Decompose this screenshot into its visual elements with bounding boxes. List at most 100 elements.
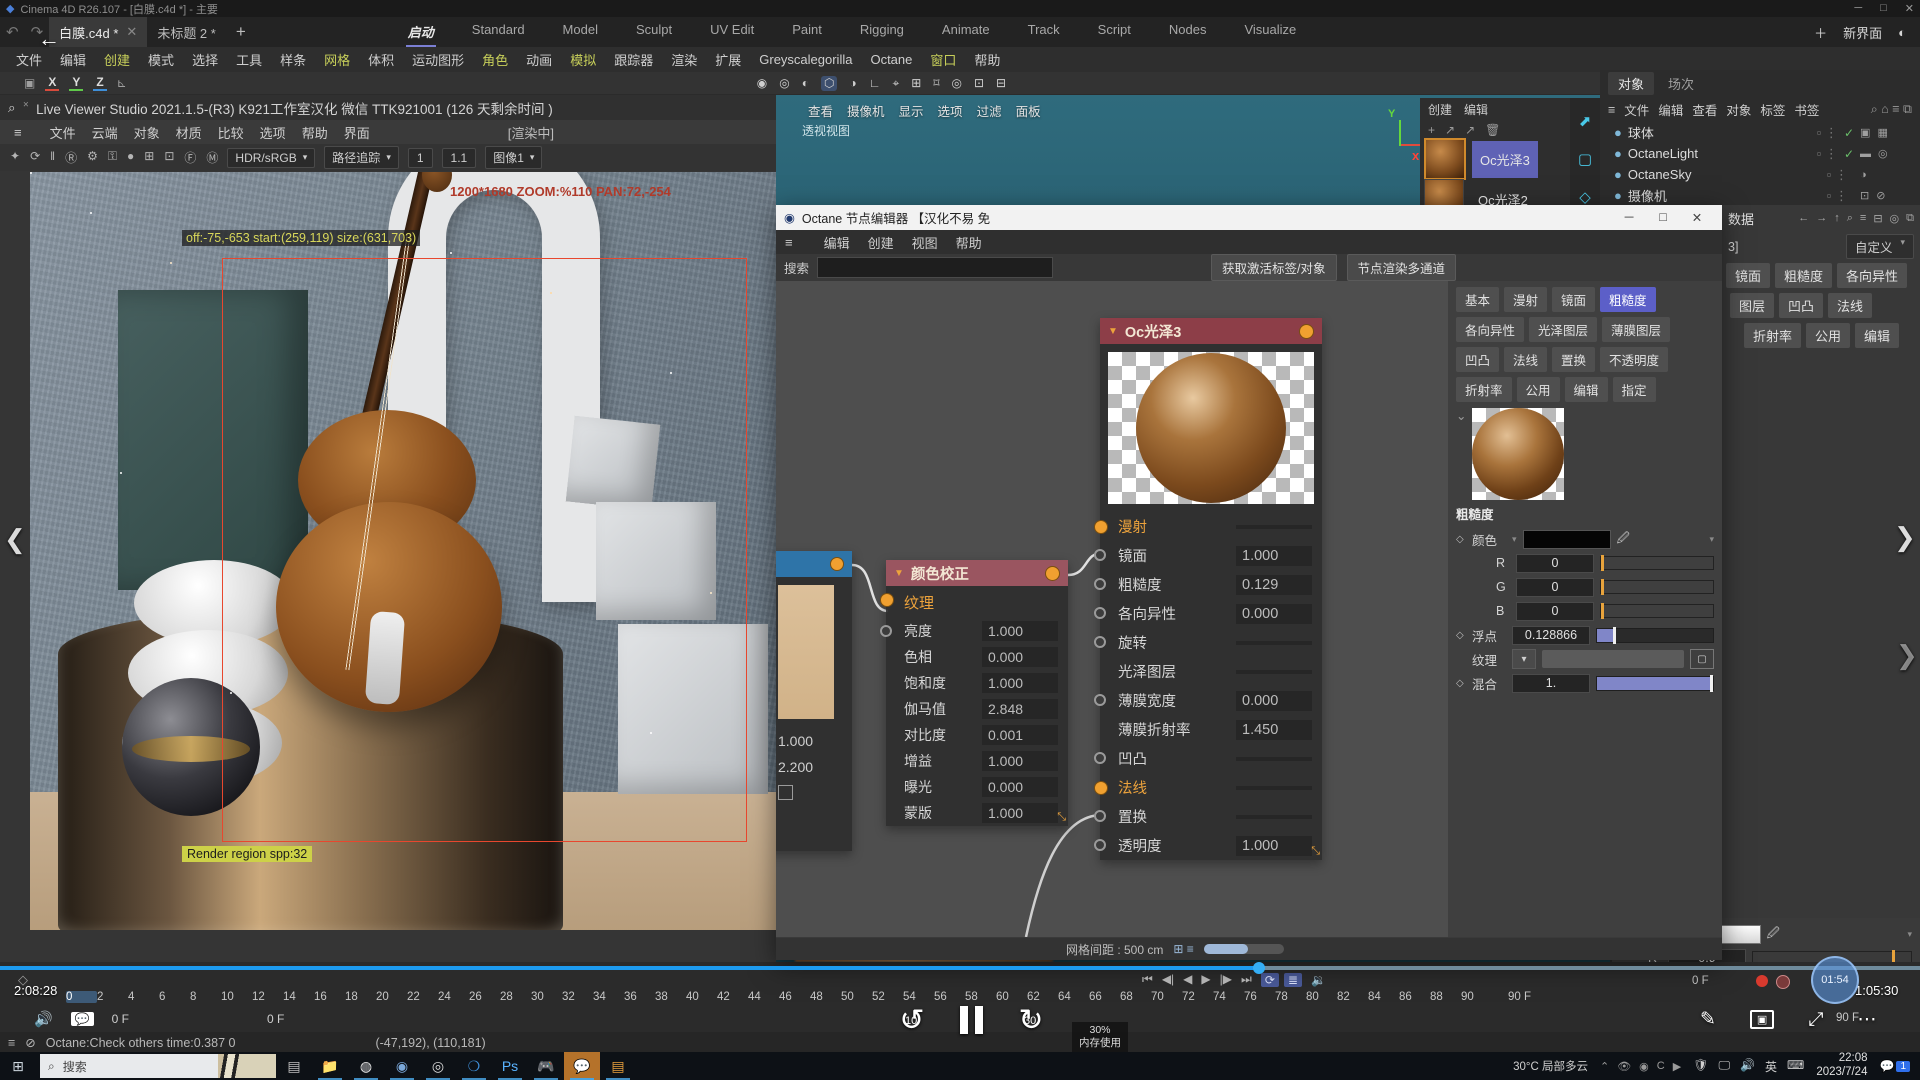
toolbar-icon[interactable]: ⌑ <box>933 76 939 91</box>
folder-icon[interactable]: ▢ <box>1690 649 1714 669</box>
viewport-menu-item[interactable]: 过滤 <box>977 101 1002 120</box>
object-item[interactable]: ● OctaneLight ▫ ⋮ ✓ ▬ ◎ <box>1600 143 1920 164</box>
panel-icon[interactable]: ≡ <box>1860 212 1866 225</box>
channel-value-field[interactable]: 0 <box>1516 578 1594 597</box>
ne-menu-item[interactable]: 帮助 <box>947 231 991 254</box>
param-value[interactable]: 0.000 <box>1236 604 1312 624</box>
attr-tab[interactable]: 各向异性 <box>1456 317 1524 342</box>
maximize-button[interactable]: □ <box>1880 2 1887 15</box>
notification-icon[interactable]: 💬1 <box>1879 1059 1910 1073</box>
tag-icons[interactable]: ▣ ▦ <box>1860 126 1920 139</box>
glossy-param-row[interactable]: 各向异性 0.000 <box>1100 599 1322 628</box>
param-value[interactable] <box>1236 641 1312 645</box>
pause-button[interactable] <box>960 1006 983 1034</box>
viewport-menu-item[interactable]: 显示 <box>899 101 924 120</box>
param-value[interactable]: 1.000 <box>982 673 1058 693</box>
task-view-icon[interactable]: ▤ <box>276 1052 312 1080</box>
object-item[interactable]: ● 球体 ▫ ⋮ ✓ ▣ ▦ <box>1600 122 1920 143</box>
glossy-param-row[interactable]: 透明度 1.000 <box>1100 831 1322 860</box>
ne-action-button[interactable]: 获取激活标签/对象 <box>1211 254 1336 281</box>
data-tab[interactable]: 各向异性 <box>1837 263 1907 288</box>
param-value[interactable]: 1.450 <box>1236 720 1312 740</box>
canvas-zoom-slider[interactable] <box>1204 944 1284 954</box>
autokey-button[interactable] <box>1776 975 1790 989</box>
channel-value-field[interactable]: 0 <box>1516 554 1594 573</box>
viewport-menu-item[interactable]: 查看 <box>808 101 833 120</box>
attr-tab[interactable]: 置换 <box>1552 347 1595 372</box>
ne-maximize-button[interactable]: □ <box>1646 210 1680 225</box>
transport-button[interactable]: |▶ <box>1220 972 1232 987</box>
transport-toggle-button[interactable]: ≣ <box>1284 973 1302 987</box>
ne-menu-item[interactable]: 编辑 <box>815 231 859 254</box>
layout-tab[interactable]: Animate <box>940 18 992 47</box>
forward-30-button[interactable]: ↻30 <box>1011 1000 1051 1040</box>
glossy-node-header[interactable]: ▼ Oc光泽3 <box>1100 318 1322 344</box>
attr-tab[interactable]: 薄膜图层 <box>1602 317 1670 342</box>
data-tab[interactable]: 粗糙度 <box>1775 263 1832 288</box>
video-progress-line[interactable] <box>0 966 1920 970</box>
lv-menu-item[interactable]: 选项 <box>252 121 294 144</box>
doc-tab-active[interactable]: 白膜.c4d * ✕ <box>49 17 147 47</box>
glossy-node[interactable]: ▼ Oc光泽3 漫射 镜面 <box>1100 318 1322 860</box>
data-tab[interactable]: 公用 <box>1806 323 1850 348</box>
param-value[interactable]: 0.001 <box>982 725 1058 745</box>
ne-action-button[interactable]: 节点渲染多通道 <box>1347 254 1457 281</box>
render-region-rect[interactable] <box>222 258 747 842</box>
panel-expand-chevron[interactable]: ❯ <box>1894 522 1916 553</box>
layout-tab[interactable]: UV Edit <box>708 18 756 47</box>
param-port[interactable] <box>1094 549 1106 561</box>
attr-tab[interactable]: 粗糙度 <box>1600 287 1656 312</box>
cc-param-row[interactable]: 亮度 1.000 <box>886 618 1068 644</box>
glossy-param-row[interactable]: 粗糙度 0.129 <box>1100 570 1322 599</box>
material-tool-icon[interactable]: + <box>1428 123 1435 137</box>
ne-close-button[interactable]: ✕ <box>1680 210 1714 225</box>
menu-item[interactable]: 跟踪器 <box>606 47 661 72</box>
viewport-menu-item[interactable]: 选项 <box>938 101 963 120</box>
layout-tab[interactable]: Paint <box>790 18 824 47</box>
collapse-triangle-icon[interactable]: ▼ <box>894 568 904 579</box>
render-view[interactable]: 1200*1680 ZOOM:%110 PAN:72,-254 off:-75,… <box>30 172 776 930</box>
texture-value-1[interactable]: 1.000 <box>778 733 852 749</box>
tray-icon[interactable]: ⌃ <box>1600 1060 1609 1073</box>
lv-menu-item[interactable]: 云端 <box>84 121 126 144</box>
toolbar-icon[interactable]: ⬡ <box>821 76 837 91</box>
channel-gradient-slider[interactable] <box>1600 604 1714 618</box>
object-item[interactable]: ● OctaneSky ▫ ⋮ ◑ <box>1600 164 1920 185</box>
pencil-icon[interactable]: ✎ <box>1700 1008 1716 1031</box>
param-port[interactable] <box>1094 810 1106 822</box>
side-tool-icon[interactable]: ⬈ <box>1579 112 1592 130</box>
menu-item[interactable]: 帮助 <box>966 47 1008 72</box>
frame-field[interactable]: 0 F <box>267 1012 284 1026</box>
texture-node-header[interactable] <box>776 551 852 577</box>
material-thumbnail[interactable] <box>1424 138 1466 180</box>
taskbar-app-icon[interactable]: 🎮 <box>528 1052 564 1080</box>
theme-toggle-icon[interactable]: ◐ <box>1898 25 1906 40</box>
transport-button[interactable]: ⏭ <box>1241 972 1252 987</box>
texture-checkbox[interactable] <box>778 785 793 800</box>
box-icon[interactable]: ▣ <box>24 76 35 90</box>
attr-tab[interactable]: 光泽图层 <box>1529 317 1597 342</box>
video-prev-arrow[interactable]: ❮ <box>4 524 26 555</box>
menu-item[interactable]: 网格 <box>316 47 358 72</box>
tray-icon[interactable]: 🔊 <box>1740 1058 1755 1075</box>
lv-tool-icon[interactable]: ⚙ <box>87 149 98 166</box>
viewport-menu-item[interactable]: 面板 <box>1016 101 1041 120</box>
lv-tool-icon[interactable]: Ⓜ <box>206 149 218 166</box>
taskbar-search[interactable]: ⌕ 搜索 <box>40 1054 276 1078</box>
menu-item[interactable]: 扩展 <box>707 47 749 72</box>
minimize-button[interactable]: ─ <box>1854 2 1862 15</box>
taskbar-app-icon[interactable]: ❍ <box>456 1052 492 1080</box>
glossy-param-row[interactable]: 薄膜折射率 1.450 <box>1100 715 1322 744</box>
glossy-param-row[interactable]: 镜面 1.000 <box>1100 541 1322 570</box>
menu-item[interactable]: 窗口 <box>922 47 964 72</box>
data-tab[interactable]: 法线 <box>1828 293 1872 318</box>
cc-param-row[interactable]: 增益 1.000 <box>886 748 1068 774</box>
sound-toggle-icon[interactable]: 🔉 <box>1311 973 1326 987</box>
ne-minimize-button[interactable]: ─ <box>1612 210 1646 225</box>
param-port[interactable] <box>1094 636 1106 648</box>
lv-menu-item[interactable]: 界面 <box>336 121 378 144</box>
lv-tool-icon[interactable]: ● <box>127 149 134 166</box>
tray-icon[interactable]: 👁 <box>1617 1060 1631 1073</box>
hamburger-icon[interactable]: ≡ <box>776 233 802 252</box>
object-menu-item[interactable]: 查看 <box>1692 100 1717 119</box>
